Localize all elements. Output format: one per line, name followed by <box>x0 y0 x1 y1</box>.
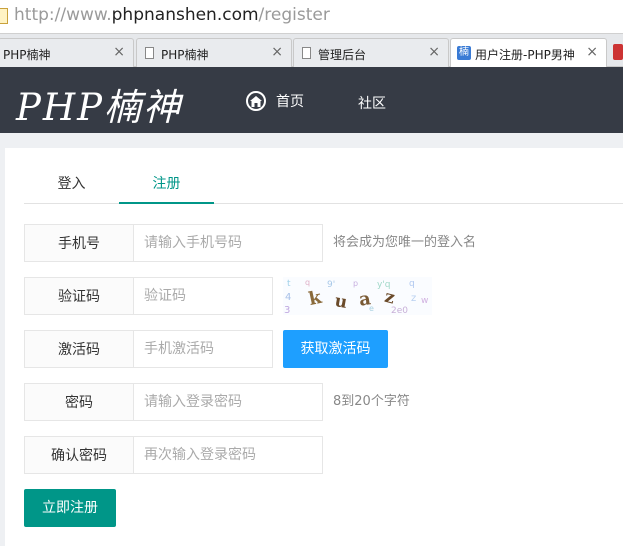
svg-text:t: t <box>287 279 291 289</box>
browser-tab-2[interactable]: PHP楠神 × <box>136 38 292 67</box>
password-row: 密码 请输入登录密码 8到20个字符 <box>24 383 623 421</box>
register-card: 登入 注册 手机号 请输入手机号码 将会成为您唯一的登入名 验证码 验证码 t … <box>5 148 623 546</box>
svg-text:q: q <box>305 278 310 287</box>
activation-row: 激活码 手机激活码 获取激活码 <box>24 330 623 368</box>
tab-title: 用户注册-PHP男神 <box>475 48 575 62</box>
svg-text:3: 3 <box>284 305 290 315</box>
site-header: PHP楠神 首页 社区 <box>0 67 623 133</box>
browser-tab-3[interactable]: 管理后台 × <box>293 38 449 67</box>
document-icon <box>145 47 154 59</box>
confirm-password-label: 确认密码 <box>24 436 134 474</box>
phone-label: 手机号 <box>24 224 134 262</box>
nav-home-label: 首页 <box>276 94 304 110</box>
captcha-row: 验证码 验证码 t q 9' p y'q q 4 3 z w 2e0 e k u… <box>24 277 623 315</box>
svg-text:2e0: 2e0 <box>391 306 408 315</box>
close-icon[interactable]: × <box>271 44 283 60</box>
close-icon[interactable]: × <box>586 44 598 60</box>
close-icon[interactable]: × <box>428 44 440 60</box>
svg-text:w: w <box>421 296 428 306</box>
register-submit-button[interactable]: 立即注册 <box>24 489 116 527</box>
phone-input[interactable]: 请输入手机号码 <box>133 224 323 262</box>
home-icon <box>246 91 266 111</box>
svg-text:p: p <box>353 279 358 288</box>
tab-title: 管理后台 <box>318 48 367 62</box>
url-text[interactable]: http://www.phpnanshen.com/register <box>14 5 330 25</box>
password-input[interactable]: 请输入登录密码 <box>133 383 323 421</box>
nav-home[interactable]: 首页 <box>246 91 304 111</box>
document-icon <box>302 47 311 59</box>
tab-strip: PHP楠神 × PHP楠神 × 管理后台 × 楠 用户注册-PHP男神 × <box>0 34 623 68</box>
captcha-image[interactable]: t q 9' p y'q q 4 3 z w 2e0 e k u a z <box>283 277 432 315</box>
password-label: 密码 <box>24 383 134 421</box>
svg-text:9': 9' <box>327 280 335 290</box>
close-icon[interactable]: × <box>113 44 125 60</box>
nav-community[interactable]: 社区 <box>358 93 386 113</box>
svg-text:4: 4 <box>285 292 291 303</box>
confirm-password-row: 确认密码 再次输入登录密码 <box>24 436 623 474</box>
address-bar[interactable]: http://www.phpnanshen.com/register <box>0 0 623 34</box>
phone-hint: 将会成为您唯一的登入名 <box>333 235 477 250</box>
confirm-password-input[interactable]: 再次输入登录密码 <box>133 436 323 474</box>
captcha-label: 验证码 <box>24 277 134 315</box>
extension-icon[interactable] <box>613 44 623 60</box>
tab-title: PHP楠神 <box>3 48 51 62</box>
site-favicon-icon: 楠 <box>457 46 471 60</box>
svg-text:z: z <box>411 293 416 304</box>
browser-tab-active[interactable]: 楠 用户注册-PHP男神 × <box>450 38 607 68</box>
site-logo[interactable]: PHP楠神 <box>16 77 182 131</box>
phone-row: 手机号 请输入手机号码 将会成为您唯一的登入名 <box>24 224 623 262</box>
activation-label: 激活码 <box>24 330 134 368</box>
form-tabs: 登入 注册 <box>24 164 623 204</box>
tab-register[interactable]: 注册 <box>119 164 214 204</box>
activation-input[interactable]: 手机激活码 <box>133 330 273 368</box>
tab-title: PHP楠神 <box>161 48 209 62</box>
svg-text:q: q <box>409 279 415 289</box>
page-icon <box>0 8 8 24</box>
browser-tab-1[interactable]: PHP楠神 × <box>0 38 134 67</box>
password-hint: 8到20个字符 <box>333 394 410 409</box>
get-activation-code-button[interactable]: 获取激活码 <box>283 330 388 368</box>
tab-login[interactable]: 登入 <box>24 164 119 204</box>
captcha-input[interactable]: 验证码 <box>133 277 273 315</box>
